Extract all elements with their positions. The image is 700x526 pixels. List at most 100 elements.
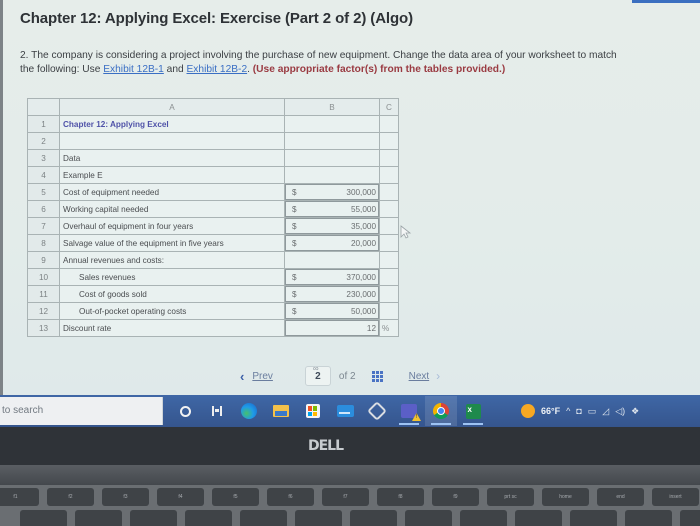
keyboard-key <box>515 510 562 526</box>
cell-label[interactable]: Discount rate <box>59 319 285 337</box>
row-number[interactable]: 8 <box>27 234 60 252</box>
row-number[interactable]: 10 <box>27 268 60 286</box>
cell-label[interactable]: Sales revenues <box>59 268 285 286</box>
prev-button[interactable]: ‹ Prev <box>240 369 273 384</box>
column-header-a[interactable]: A <box>59 98 285 116</box>
cortana-button[interactable] <box>169 396 201 426</box>
cell-unit[interactable] <box>379 217 399 235</box>
cell-unit[interactable] <box>379 251 399 269</box>
file-explorer-button[interactable] <box>265 396 297 426</box>
row-number[interactable]: 5 <box>27 183 60 201</box>
cell-label[interactable]: Cost of equipment needed <box>59 183 285 201</box>
mail-button[interactable] <box>329 396 361 426</box>
cell-value[interactable]: 12 <box>284 319 380 337</box>
cell-label[interactable]: Cost of goods sold <box>59 285 285 303</box>
cell-value[interactable]: $50,000 <box>284 302 380 320</box>
exhibit-12b-1-link[interactable]: Exhibit 12B-1 <box>103 64 164 75</box>
dell-support-button[interactable] <box>361 396 393 426</box>
cell-unit[interactable] <box>379 115 399 133</box>
page-number-box[interactable]: ∞ 2 <box>304 364 331 386</box>
chevron-up-icon[interactable]: ^ <box>566 406 570 416</box>
meet-now-icon[interactable]: ◘ <box>576 406 581 416</box>
wifi-icon[interactable]: ◿ <box>602 406 609 417</box>
keyboard: f1 f2 f3 f4 f5 f6 f7 f8 f9 prt sc home end insert <box>0 485 700 526</box>
cell-unit[interactable] <box>379 166 399 184</box>
cell-unit[interactable]: % <box>379 319 399 337</box>
keyboard-key: end <box>597 488 644 506</box>
cell-label[interactable]: Annual revenues and costs: <box>59 251 285 269</box>
cell-label[interactable] <box>59 132 285 150</box>
weather-temperature[interactable]: 66°F <box>541 406 560 416</box>
row-number[interactable]: 13 <box>27 319 60 337</box>
system-tray: 66°F ^ ◘ ▭ ◿ ◁) ❖ <box>521 404 639 418</box>
next-button[interactable]: Next › <box>409 369 441 383</box>
task-view-icon <box>212 406 222 416</box>
cell-value[interactable] <box>284 166 380 184</box>
keyboard-key <box>680 510 700 526</box>
cell-unit[interactable] <box>379 234 399 252</box>
row-number[interactable]: 2 <box>27 132 60 150</box>
keyboard-key: prt sc <box>487 488 534 506</box>
sheet-row: 7 Overhaul of equipment in four years $35,… <box>27 217 399 235</box>
cell-value[interactable]: $300,000 <box>284 183 380 201</box>
cell-value[interactable] <box>284 132 380 150</box>
cell-label[interactable]: Data <box>59 149 285 167</box>
cell-label[interactable]: Overhaul of equipment in four years <box>59 217 285 235</box>
chrome-button[interactable] <box>425 396 457 426</box>
cell-unit[interactable] <box>379 285 399 303</box>
row-number[interactable]: 1 <box>27 115 60 133</box>
cell-unit[interactable] <box>379 200 399 218</box>
keyboard-key <box>20 510 67 526</box>
currency-symbol <box>288 324 292 333</box>
cell-label[interactable]: Salvage value of the equipment in five y… <box>59 234 285 252</box>
task-view-button[interactable] <box>201 396 233 426</box>
cell-unit[interactable] <box>379 268 399 286</box>
cell-value[interactable] <box>284 115 380 133</box>
column-header-c[interactable]: C <box>379 98 399 116</box>
cell-value[interactable]: $20,000 <box>284 234 380 252</box>
keyboard-key <box>75 510 122 526</box>
teams-button[interactable] <box>393 396 425 426</box>
cell-value[interactable]: $55,000 <box>284 200 380 218</box>
cell-value[interactable]: $35,000 <box>284 217 380 235</box>
chevron-right-icon: › <box>436 369 441 383</box>
keyboard-key <box>130 510 177 526</box>
window-edge <box>0 0 3 395</box>
cell-unit[interactable] <box>379 149 399 167</box>
cell-value[interactable]: $370,000 <box>284 268 380 286</box>
currency-symbol: $ <box>292 289 297 299</box>
edge-button[interactable] <box>233 396 265 426</box>
store-icon <box>306 404 320 418</box>
row-number[interactable]: 3 <box>27 149 60 167</box>
row-number[interactable]: 11 <box>27 285 60 303</box>
cell-value[interactable] <box>284 149 380 167</box>
weather-sun-icon[interactable] <box>521 404 535 418</box>
cell-label[interactable]: Example E <box>59 166 285 184</box>
keyboard-key <box>350 510 397 526</box>
row-number[interactable]: 6 <box>27 200 60 218</box>
row-number[interactable]: 7 <box>27 217 60 235</box>
exhibit-12b-2-link[interactable]: Exhibit 12B-2 <box>187 64 248 75</box>
grid-view-icon[interactable] <box>371 370 383 382</box>
chevron-left-icon: ‹ <box>240 368 245 384</box>
cell-unit[interactable] <box>379 183 399 201</box>
row-number[interactable]: 9 <box>27 251 60 269</box>
cell-unit[interactable] <box>379 132 399 150</box>
mouse-cursor-icon <box>400 225 412 239</box>
numeric-value: 50,000 <box>350 306 376 316</box>
cell-value[interactable]: $230,000 <box>284 285 380 303</box>
cell-unit[interactable] <box>379 302 399 320</box>
row-number[interactable]: 4 <box>27 166 60 184</box>
volume-icon[interactable]: ◁) <box>615 406 625 417</box>
cell-label[interactable]: Working capital needed <box>59 200 285 218</box>
column-header-b[interactable]: B <box>284 98 380 116</box>
cell-label[interactable]: Out-of-pocket operating costs <box>59 302 285 320</box>
store-button[interactable] <box>297 396 329 426</box>
cell-label[interactable]: Chapter 12: Applying Excel <box>59 115 285 133</box>
battery-icon[interactable]: ▭ <box>588 406 597 417</box>
excel-button[interactable] <box>457 396 489 426</box>
row-number[interactable]: 12 <box>27 302 60 320</box>
cell-value[interactable] <box>284 251 380 269</box>
dropbox-icon[interactable]: ❖ <box>631 406 639 417</box>
taskbar-search-input[interactable]: to search <box>0 397 163 425</box>
